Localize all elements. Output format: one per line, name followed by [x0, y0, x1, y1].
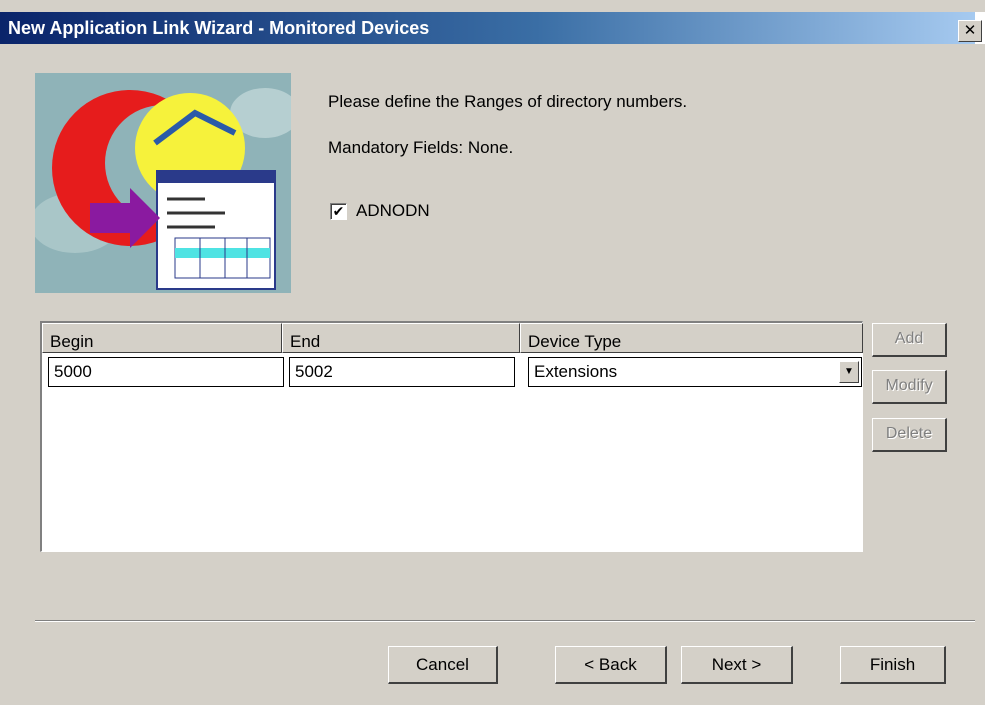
column-header-end[interactable]: End: [282, 323, 520, 353]
adnodn-checkbox-label: ADNODN: [356, 201, 430, 220]
wizard-illustration: [35, 73, 291, 293]
column-header-device-type[interactable]: Device Type: [520, 323, 863, 353]
close-button[interactable]: ✕: [958, 20, 982, 42]
device-type-value: Extensions: [534, 362, 618, 381]
modify-button[interactable]: Modify: [872, 370, 947, 404]
finish-button[interactable]: Finish: [840, 646, 946, 684]
instruction-text: Please define the Ranges of directory nu…: [328, 92, 688, 111]
next-button[interactable]: Next >: [681, 646, 793, 684]
adnodn-checkbox[interactable]: ✔: [330, 203, 347, 220]
back-button[interactable]: < Back: [555, 646, 667, 684]
column-header-begin[interactable]: Begin: [42, 323, 282, 353]
delete-button[interactable]: Delete: [872, 418, 947, 452]
window-title: New Application Link Wizard - Monitored …: [8, 18, 430, 38]
footer-separator: [35, 620, 975, 622]
chevron-down-icon[interactable]: ▼: [839, 361, 859, 383]
title-bar-band: New Application Link Wizard - Monitored …: [0, 12, 975, 44]
wizard-logo-image: [35, 73, 291, 293]
mandatory-fields-text: Mandatory Fields: None.: [328, 138, 514, 157]
cancel-button[interactable]: Cancel: [388, 646, 498, 684]
device-type-select[interactable]: Extensions ▼: [528, 357, 862, 387]
end-input[interactable]: 5002: [289, 357, 515, 387]
title-bar: New Application Link Wizard - Monitored …: [0, 12, 985, 44]
ranges-grid: Begin End Device Type 5000 5002 Extensio…: [40, 321, 863, 552]
add-button[interactable]: Add: [872, 323, 947, 357]
begin-input[interactable]: 5000: [48, 357, 284, 387]
